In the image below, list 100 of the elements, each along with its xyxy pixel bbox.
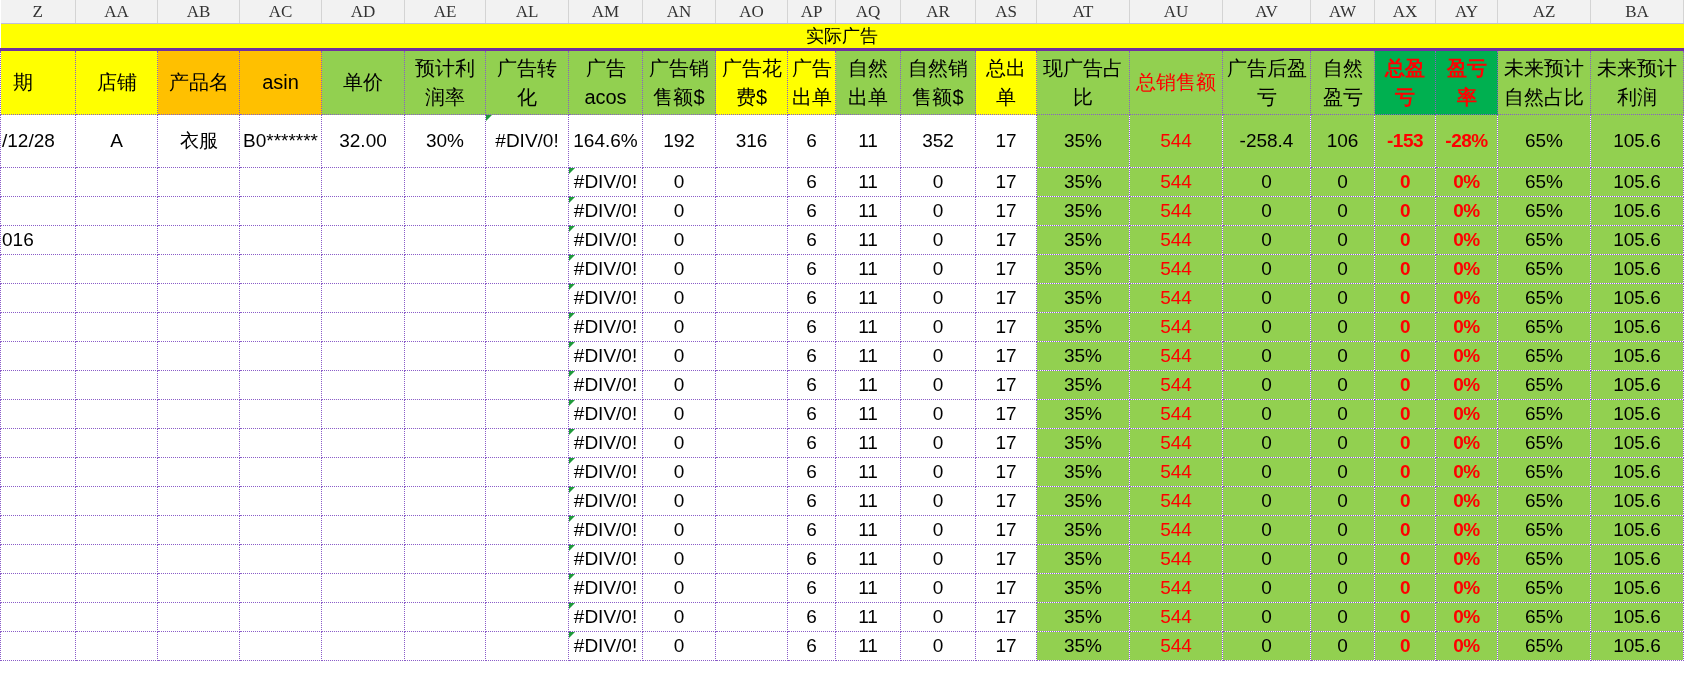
table-cell: 0 [900, 544, 976, 574]
table-cell: 17 [975, 341, 1037, 371]
column-letter[interactable]: AQ [835, 0, 901, 24]
table-cell: 35% [1036, 515, 1130, 545]
column-letter[interactable]: AM [568, 0, 643, 24]
table-cell: -258.4 [1222, 114, 1311, 168]
table-cell: 65% [1497, 515, 1591, 545]
table-cell: 0 [1222, 167, 1311, 197]
table-cell: 105.6 [1590, 457, 1684, 487]
table-cell: -28% [1435, 114, 1498, 168]
table-cell: 0 [900, 225, 976, 255]
column-letter[interactable]: AO [715, 0, 788, 24]
column-letter[interactable]: AT [1036, 0, 1130, 24]
table-cell: 0 [900, 631, 976, 661]
table-cell: 6 [787, 544, 836, 574]
header-cell: 广告acos [568, 49, 643, 115]
table-cell: 105.6 [1590, 196, 1684, 226]
table-cell: 17 [975, 370, 1037, 400]
column-letter[interactable]: AB [157, 0, 240, 24]
header-cell: 自然盈亏 [1310, 49, 1375, 115]
table-cell: 0 [642, 312, 716, 342]
table-cell: 544 [1129, 544, 1223, 574]
table-cell: 35% [1036, 428, 1130, 458]
table-cell: 0 [1222, 544, 1311, 574]
header-cell: 总销售额 [1129, 49, 1223, 115]
table-cell: 0 [900, 167, 976, 197]
column-letter[interactable]: AU [1129, 0, 1223, 24]
table-cell: 0 [1222, 631, 1311, 661]
table-cell: 544 [1129, 225, 1223, 255]
header-cell: 广告出单 [787, 49, 836, 115]
column-letter[interactable]: AR [900, 0, 976, 24]
table-cell: 0 [1222, 457, 1311, 487]
column-letter[interactable]: AE [404, 0, 486, 24]
column-letter[interactable]: AZ [1497, 0, 1591, 24]
column-letter[interactable]: AP [787, 0, 836, 24]
table-cell: 11 [835, 196, 901, 226]
column-letter[interactable]: Z [0, 0, 76, 24]
column-letter[interactable]: AL [485, 0, 569, 24]
column-letter[interactable]: AV [1222, 0, 1311, 24]
table-cell: 105.6 [1590, 167, 1684, 197]
column-letter[interactable]: AA [75, 0, 158, 24]
table-cell: 0 [1310, 515, 1375, 545]
column-letter[interactable]: AC [239, 0, 322, 24]
header-cell: 未来预计自然占比 [1497, 49, 1591, 115]
table-cell: 0 [642, 486, 716, 516]
table-cell: 0 [1310, 544, 1375, 574]
table-cell: 35% [1036, 370, 1130, 400]
table-cell: 65% [1497, 225, 1591, 255]
column-letter[interactable]: AX [1374, 0, 1436, 24]
column-letter[interactable]: AS [975, 0, 1037, 24]
table-cell: 0 [1374, 486, 1436, 516]
header-cell: 期 [0, 49, 76, 115]
table-cell: 544 [1129, 428, 1223, 458]
table-cell: 17 [975, 515, 1037, 545]
column-letter[interactable]: AD [321, 0, 405, 24]
table-cell: 0 [1310, 167, 1375, 197]
table-cell: 105.6 [1590, 283, 1684, 313]
table-cell: 0 [900, 196, 976, 226]
table-cell: 0 [1374, 457, 1436, 487]
table-cell: 105.6 [1590, 341, 1684, 371]
table-cell: #DIV/0! [568, 283, 643, 313]
table-cell: 0% [1435, 631, 1498, 661]
table-cell: #DIV/0! [568, 573, 643, 603]
table-cell: 11 [835, 114, 901, 168]
table-cell: 65% [1497, 254, 1591, 284]
table-cell: 35% [1036, 312, 1130, 342]
table-cell: 0 [1374, 399, 1436, 429]
table-cell: 0 [642, 283, 716, 313]
table-cell: 0 [1374, 254, 1436, 284]
table-cell: 35% [1036, 544, 1130, 574]
table-cell: 0 [1310, 399, 1375, 429]
table-cell: 0 [1310, 631, 1375, 661]
column-letter[interactable]: BA [1590, 0, 1684, 24]
table-cell: 0 [1310, 254, 1375, 284]
table-cell: 164.6% [568, 114, 643, 168]
table-cell: 0 [1310, 370, 1375, 400]
table-cell: 0 [1374, 428, 1436, 458]
table-cell: 6 [787, 283, 836, 313]
column-letter[interactable]: AY [1435, 0, 1498, 24]
table-cell: 0% [1435, 254, 1498, 284]
table-cell: 105.6 [1590, 254, 1684, 284]
table-cell: #DIV/0! [568, 341, 643, 371]
column-letter[interactable]: AW [1310, 0, 1375, 24]
table-cell: 35% [1036, 196, 1130, 226]
column-letter[interactable]: AN [642, 0, 716, 24]
header-cell: 广告后盈亏 [1222, 49, 1311, 115]
table-cell: 0 [642, 370, 716, 400]
table-cell: 0 [900, 283, 976, 313]
table-cell: 0 [1310, 457, 1375, 487]
table-cell: 35% [1036, 631, 1130, 661]
table-cell: 11 [835, 457, 901, 487]
table-cell: 35% [1036, 399, 1130, 429]
table-cell: 016 [0, 225, 76, 255]
table-cell: 0 [1222, 225, 1311, 255]
table-cell: 35% [1036, 225, 1130, 255]
table-cell: #DIV/0! [485, 114, 569, 168]
header-cell: 自然销售额$ [900, 49, 976, 115]
table-cell: 6 [787, 399, 836, 429]
table-cell: 65% [1497, 283, 1591, 313]
table-cell: 544 [1129, 515, 1223, 545]
